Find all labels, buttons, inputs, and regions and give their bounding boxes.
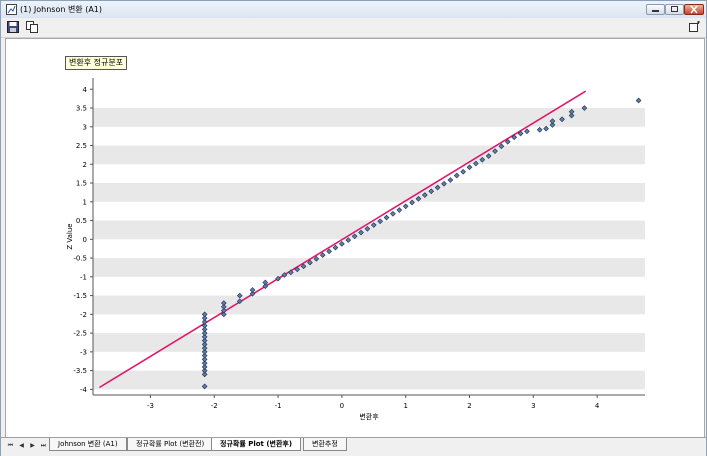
y-tick-label: -1 <box>80 273 87 281</box>
data-point <box>460 168 466 175</box>
app-window: (1) Johnson 변환 (A1) 4 3.5 3 2.5 2 1.5 1 0.5 0 -0.… <box>0 0 707 456</box>
x-tick-label: 4 <box>595 402 600 410</box>
data-point <box>326 248 332 255</box>
x-tick-label: 1 <box>403 402 407 410</box>
chart-window-icon <box>6 4 17 15</box>
y-tick-label: 2 <box>83 161 87 169</box>
x-tick-label: 3 <box>531 402 535 410</box>
minimize-button[interactable] <box>646 4 665 15</box>
chart-title: 변환후 정규분포 <box>65 56 128 70</box>
y-tick-label: 0.5 <box>76 217 87 225</box>
options-icon[interactable] <box>689 21 701 33</box>
y-tick-label: -0.5 <box>73 255 87 263</box>
y-tick-label: 3 <box>83 123 87 131</box>
tab-plot-after[interactable]: 정규확률 Plot (변환후) <box>211 438 302 451</box>
tab-plot-before[interactable]: 정규확률 Plot (변환전) <box>127 438 214 451</box>
data-point <box>524 128 530 135</box>
maximize-button[interactable] <box>665 4 684 15</box>
tab-transform-estimate[interactable]: 변환추정 <box>303 438 347 451</box>
data-point <box>319 252 326 258</box>
toolbar <box>1 18 706 38</box>
y-tick-label: -3.5 <box>73 367 87 375</box>
data-point <box>390 210 396 217</box>
next-tab-button[interactable]: ▶ <box>28 441 37 451</box>
y-tick-label: 0 <box>83 236 87 244</box>
data-point <box>262 279 269 286</box>
grid-band <box>93 295 645 315</box>
y-tick-label: 1 <box>83 198 87 206</box>
x-tick-label: 0 <box>340 402 344 410</box>
window-title: (1) Johnson 변환 (A1) <box>20 5 103 14</box>
x-axis-label: 변환후 <box>359 412 379 421</box>
data-point <box>543 125 549 132</box>
restore-icon <box>671 6 678 12</box>
data-point <box>249 287 256 293</box>
data-point <box>402 203 409 210</box>
y-tick-label: 3.5 <box>76 105 87 113</box>
data-point <box>536 126 543 133</box>
tab-johnson-transform[interactable]: Johnson 변환 (A1) <box>49 438 127 451</box>
normal-probability-plot: 4 3.5 3 2.5 2 1.5 1 0.5 0 -0.5 -1 -1.5 -2 -2.5 -3 -3.5 -… <box>66 78 645 421</box>
y-tick-label: 2.5 <box>76 142 87 150</box>
x-tick-label: -1 <box>275 402 282 410</box>
data-point <box>466 164 473 171</box>
minimize-icon <box>652 10 659 12</box>
data-point <box>635 97 642 104</box>
grid-band <box>93 145 645 165</box>
chart-panel: 4 3.5 3 2.5 2 1.5 1 0.5 0 -0.5 -1 -1.5 -2 -2.5 -3 -3.5 -… <box>5 38 705 438</box>
save-icon[interactable] <box>7 21 19 33</box>
grid-band <box>93 333 645 352</box>
x-tick-label: -2 <box>211 402 218 410</box>
last-tab-button[interactable]: ⏭ <box>39 441 48 451</box>
data-point <box>332 244 339 251</box>
sheet-tab-bar: ⏮ ◀ ▶ ⏭ Johnson 변환 (A1) 정규확률 Plot (변환전) … <box>1 437 706 456</box>
title-bar[interactable]: (1) Johnson 변환 (A1) <box>1 1 706 18</box>
y-tick-label: 4 <box>83 86 88 94</box>
y-axis-label: Z Value <box>66 223 74 249</box>
close-button[interactable] <box>684 4 704 15</box>
y-tick-label: 1.5 <box>76 180 87 188</box>
x-tick-label: 2 <box>467 402 471 410</box>
close-icon <box>690 5 698 14</box>
x-tick-label: -3 <box>147 402 154 410</box>
y-tick-label: -2 <box>80 311 87 319</box>
first-tab-button[interactable]: ⏮ <box>6 441 15 451</box>
data-point <box>453 172 460 179</box>
grid-band <box>93 370 645 390</box>
data-point <box>447 177 454 183</box>
data-point <box>339 240 345 247</box>
y-tick-label: -2.5 <box>73 330 87 338</box>
prev-tab-button[interactable]: ◀ <box>17 441 26 451</box>
grid-band <box>93 183 645 202</box>
grid-band <box>93 258 645 277</box>
y-tick-label: -4 <box>80 386 88 394</box>
data-point <box>396 207 403 213</box>
y-tick-label: -1.5 <box>73 292 87 300</box>
copy-icon[interactable] <box>26 21 38 33</box>
y-tick-label: -3 <box>80 348 87 356</box>
data-point <box>383 214 390 221</box>
